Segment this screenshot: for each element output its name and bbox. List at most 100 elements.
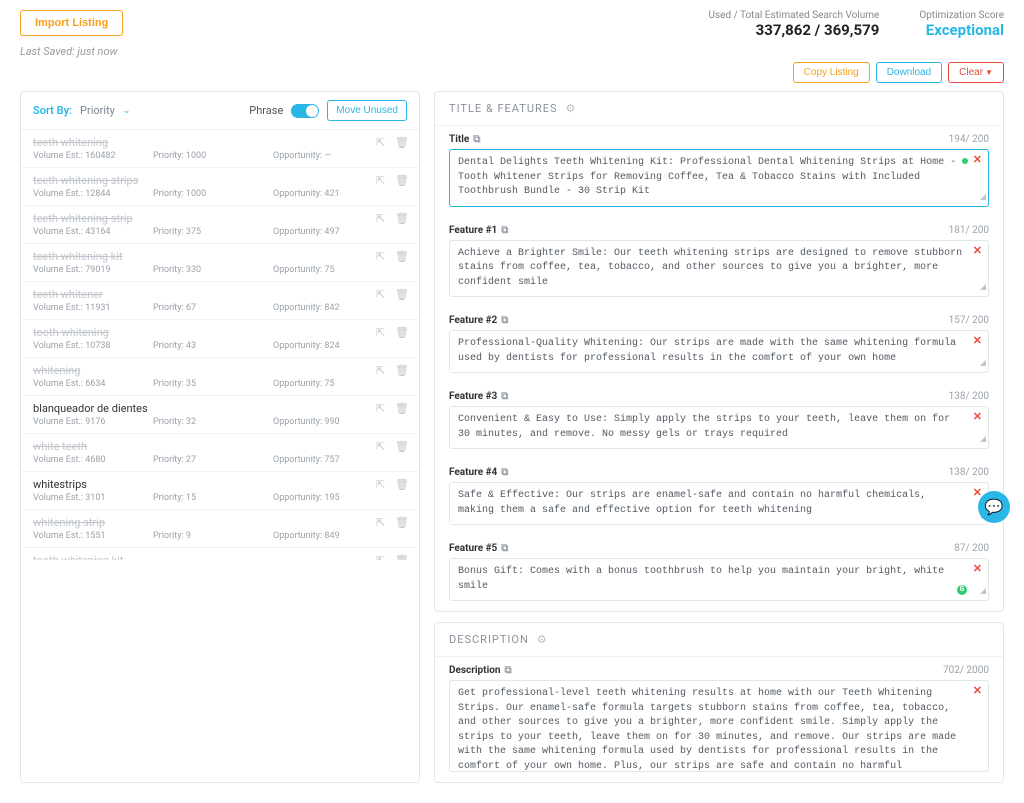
keyword-title: tooth whitening kit <box>33 554 407 560</box>
external-link-icon[interactable]: ⇱ <box>376 364 385 377</box>
feature4-input[interactable]: Safe & Effective: Our strips are enamel-… <box>449 482 989 525</box>
title-input[interactable]: Dental Delights Teeth Whitening Kit: Pro… <box>449 149 989 207</box>
resize-icon[interactable]: ◢ <box>980 282 986 294</box>
external-link-icon[interactable]: ⇱ <box>376 136 385 149</box>
keyword-row[interactable]: tooth whiteningVolume Est.: 10738Priorit… <box>21 320 419 358</box>
sort-by-dropdown[interactable]: Sort By: Priority ⌄ <box>33 104 130 117</box>
external-link-icon[interactable]: ⇱ <box>376 402 385 415</box>
keyword-row[interactable]: whitestripsVolume Est.: 3101Priority: 15… <box>21 472 419 510</box>
external-link-icon[interactable]: ⇱ <box>376 326 385 339</box>
clear-field-icon[interactable]: ✕ <box>973 563 982 579</box>
resize-icon[interactable]: ◢ <box>980 358 986 370</box>
field-label-desc: Description <box>449 665 500 676</box>
keyword-row[interactable]: blanqueador de dientesVolume Est.: 9176P… <box>21 396 419 434</box>
keyword-meta: Volume Est.: 4680Priority: 27Opportunity… <box>33 455 407 465</box>
keyword-row[interactable]: teeth whitenerVolume Est.: 11931Priority… <box>21 282 419 320</box>
keyword-title: whitestrips <box>33 478 407 491</box>
phrase-toggle[interactable] <box>291 104 319 118</box>
f5-counter: 87/ 200 <box>954 543 989 554</box>
feature1-input[interactable]: Achieve a Brighter Smile: Our teeth whit… <box>449 240 989 298</box>
f1-counter: 181/ 200 <box>949 225 989 236</box>
clear-field-icon[interactable]: ✕ <box>973 335 982 351</box>
clear-field-icon[interactable]: ✕ <box>973 154 982 170</box>
phrase-label: Phrase <box>249 104 283 117</box>
trash-icon[interactable]: 🗑 <box>395 212 409 225</box>
import-listing-button[interactable]: Import Listing <box>20 10 123 36</box>
clear-field-icon[interactable]: ✕ <box>973 685 982 701</box>
copy-icon[interactable]: ⧉ <box>501 225 508 236</box>
trash-icon[interactable]: 🗑 <box>395 402 409 415</box>
external-link-icon[interactable]: ⇱ <box>376 174 385 187</box>
keyword-row[interactable]: teeth whiteningVolume Est.: 160482Priori… <box>21 130 419 168</box>
copy-icon[interactable]: ⧉ <box>501 315 508 326</box>
trash-icon[interactable]: 🗑 <box>395 250 409 263</box>
copy-icon[interactable]: ⧉ <box>501 391 508 402</box>
copy-icon[interactable]: ⧉ <box>501 467 508 478</box>
trash-icon[interactable]: 🗑 <box>395 516 409 529</box>
field-label-title: Title <box>449 134 469 145</box>
title-features-panel: TITLE & FEATURES ⚙ Title ⧉ 194/ 200 Dent… <box>434 91 1004 612</box>
keyword-row[interactable]: tooth whitening kitVolume Est.: 3861Prio… <box>21 548 419 560</box>
feature5-input[interactable]: Bonus Gift: Comes with a bonus toothbrus… <box>449 558 989 601</box>
external-link-icon[interactable]: ⇱ <box>376 212 385 225</box>
gear-icon[interactable]: ⚙ <box>537 633 548 646</box>
external-link-icon[interactable]: ⇱ <box>376 478 385 491</box>
external-link-icon[interactable]: ⇱ <box>376 554 385 560</box>
trash-icon[interactable]: 🗑 <box>395 478 409 491</box>
trash-icon[interactable]: 🗑 <box>395 554 409 560</box>
clear-field-icon[interactable]: ✕ <box>973 245 982 261</box>
feature3-input[interactable]: Convenient & Easy to Use: Simply apply t… <box>449 406 989 449</box>
desc-counter: 702/ 2000 <box>943 665 989 676</box>
copy-icon[interactable]: ⧉ <box>501 543 508 554</box>
f5-text: Bonus Gift: Comes with a bonus toothbrus… <box>458 566 944 592</box>
move-unused-button[interactable]: Move Unused <box>327 100 407 121</box>
keyword-row[interactable]: whitening stripVolume Est.: 1551Priority… <box>21 510 419 548</box>
gear-icon[interactable]: ⚙ <box>566 102 577 115</box>
last-saved: Last Saved: just now <box>0 45 1024 62</box>
external-link-icon[interactable]: ⇱ <box>376 440 385 453</box>
title-text: Dental Delights Teeth Whitening Kit: Pro… <box>458 157 956 197</box>
f3-counter: 138/ 200 <box>949 391 989 402</box>
resize-icon[interactable]: ◢ <box>980 192 986 204</box>
trash-icon[interactable]: 🗑 <box>395 440 409 453</box>
keyword-title: blanqueador de dientes <box>33 402 407 415</box>
keyword-title: teeth whitening <box>33 136 407 149</box>
title-counter: 194/ 200 <box>949 134 989 145</box>
description-input[interactable]: Get professional-level teeth whitening r… <box>449 680 989 772</box>
trash-icon[interactable]: 🗑 <box>395 364 409 377</box>
keyword-meta: Volume Est.: 12844Priority: 1000Opportun… <box>33 189 407 199</box>
resize-icon[interactable]: ◢ <box>980 434 986 446</box>
field-label-f1: Feature #1 <box>449 225 497 236</box>
external-link-icon[interactable]: ⇱ <box>376 516 385 529</box>
volume-value: 337,862 / 369,579 <box>756 21 880 39</box>
keyword-row[interactable]: teeth whitening strips Volume Est.: 12844… <box>21 168 419 206</box>
volume-label: Used / Total Estimated Search Volume <box>709 10 880 21</box>
download-button[interactable]: Download <box>876 62 942 83</box>
trash-icon[interactable]: 🗑 <box>395 288 409 301</box>
keyword-row[interactable]: teeth whitening kitVolume Est.: 79019Pri… <box>21 244 419 282</box>
external-link-icon[interactable]: ⇱ <box>376 250 385 263</box>
keyword-title: teeth whitening strips <box>33 174 407 187</box>
keyword-panel: Sort By: Priority ⌄ Phrase Move Unused t… <box>20 91 420 783</box>
keyword-row[interactable]: whiteningVolume Est.: 6634Priority: 35Op… <box>21 358 419 396</box>
clear-button[interactable]: Clear▼ <box>948 62 1004 83</box>
keyword-row[interactable]: teeth whitening stripVolume Est.: 43164P… <box>21 206 419 244</box>
grammarly-icon[interactable]: G <box>956 584 968 596</box>
clear-field-icon[interactable]: ✕ <box>973 411 982 427</box>
copy-listing-button[interactable]: Copy Listing <box>793 62 870 83</box>
keyword-meta: Volume Est.: 43164Priority: 375Opportuni… <box>33 227 407 237</box>
resize-icon[interactable]: ◢ <box>980 586 986 598</box>
copy-icon[interactable]: ⧉ <box>473 134 480 145</box>
keyword-title: whitening <box>33 364 407 377</box>
trash-icon[interactable]: 🗑 <box>395 174 409 187</box>
copy-icon[interactable]: ⧉ <box>504 665 511 676</box>
trash-icon[interactable]: 🗑 <box>395 136 409 149</box>
trash-icon[interactable]: 🗑 <box>395 326 409 339</box>
keyword-row[interactable]: white teethVolume Est.: 4680Priority: 27… <box>21 434 419 472</box>
sort-by-label: Sort By: <box>33 104 72 117</box>
feature2-input[interactable]: Professional-Quality Whitening: Our stri… <box>449 330 989 373</box>
chat-bubble-icon[interactable]: 💬 <box>978 491 1010 523</box>
score-value: Exceptional <box>926 21 1004 39</box>
f3-text: Convenient & Easy to Use: Simply apply t… <box>458 414 950 440</box>
external-link-icon[interactable]: ⇱ <box>376 288 385 301</box>
